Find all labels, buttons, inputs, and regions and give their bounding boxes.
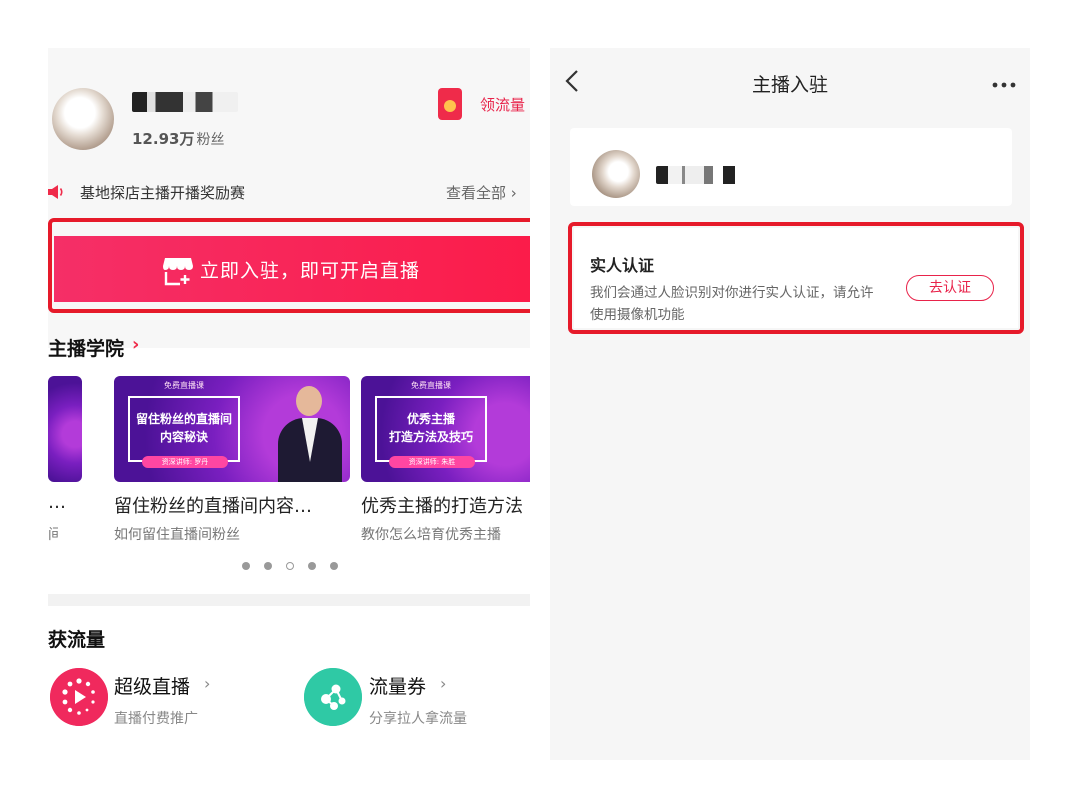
join-button-label: 立即入驻，即可开启直播 (200, 260, 421, 282)
course-title-partial[interactable]: … (48, 492, 64, 513)
academy-title[interactable]: 主播学院 (48, 334, 124, 361)
thumbnail-badge: 资深讲师: 朱胜 (389, 456, 475, 468)
join-now-button[interactable]: 立即入驻，即可开启直播 (54, 236, 530, 302)
course-thumbnail[interactable]: 免费直播课 留住粉丝的直播间 内容秘诀 资深讲师: 罗丹 (114, 376, 350, 482)
chevron-right-icon[interactable]: › (440, 674, 446, 693)
carousel-dot[interactable] (330, 562, 338, 570)
fans-count: 12.93万 粉丝 (132, 130, 225, 148)
announcement-bar[interactable]: 基地探店主播开播奖励赛 查看全部 › (48, 180, 530, 204)
avatar (592, 150, 640, 198)
carousel-dot[interactable] (242, 562, 250, 570)
avatar[interactable] (52, 88, 114, 150)
thumbnail-text: 优秀主播 打造方法及技巧 (388, 412, 473, 444)
username-redacted (132, 92, 238, 112)
super-live-label[interactable]: 超级直播 (114, 672, 190, 699)
announcement-text: 基地探店主播开播奖励赛 (80, 184, 246, 202)
traffic-coupon-subtitle: 分享拉人拿流量 (369, 711, 467, 727)
course-subtitle-partial: 间 (48, 527, 58, 543)
verify-title: 实人认证 (590, 256, 655, 275)
academy-chevron-icon[interactable]: › (132, 334, 139, 355)
page-title: 主播入驻 (751, 74, 828, 96)
course-title[interactable]: 留住粉丝的直播间内容… (114, 492, 344, 518)
get-traffic-link[interactable]: 领流量 (480, 94, 525, 115)
super-live-subtitle: 直播付费推广 (114, 711, 198, 727)
thumbnail-tag: 免费直播课 (164, 381, 204, 390)
lecturer-image (278, 380, 342, 482)
carousel-dot[interactable] (264, 562, 272, 570)
thumbnail-text: 留住粉丝的直播间 内容秘诀 (135, 412, 232, 444)
traffic-section-title: 获流量 (48, 629, 106, 651)
carousel-dot[interactable] (286, 562, 294, 570)
course-subtitle: 教你怎么培育优秀主播 (361, 527, 501, 543)
course-title[interactable]: 优秀主播的打造方法 (361, 492, 530, 518)
thumbnail-tag: 免费直播课 (411, 381, 451, 390)
more-icon[interactable] (992, 82, 1016, 88)
real-person-verification-card: 实人认证 我们会通过人脸识别对你进行实人认证，请允许使用摄像机功能 去认证 (574, 228, 1018, 328)
coupon-icon[interactable] (304, 668, 362, 726)
live-boost-icon[interactable] (50, 668, 108, 726)
chevron-right-icon[interactable]: › (204, 674, 210, 693)
speaker-icon (48, 185, 63, 199)
username-redacted (656, 166, 742, 184)
course-subtitle: 如何留住直播间粉丝 (114, 527, 240, 543)
nav-header: 主播入驻 (550, 48, 1030, 116)
go-verify-button[interactable]: 去认证 (906, 275, 994, 301)
course-thumbnail[interactable]: 免费直播课 优秀主播 打造方法及技巧 资深讲师: 朱胜 (361, 376, 530, 482)
see-all-link[interactable]: 查看全部 › (446, 182, 517, 203)
course-thumbnail-partial[interactable] (48, 376, 82, 482)
traffic-coupon-label[interactable]: 流量券 (369, 672, 426, 699)
right-screen: 主播入驻 实人认证 我们会通过人脸识别对你进行实人认证，请允许使用摄像机功能 去… (550, 48, 1030, 760)
carousel-dot[interactable] (308, 562, 316, 570)
verify-description: 我们会通过人脸识别对你进行实人认证，请允许使用摄像机功能 (590, 285, 874, 323)
section-divider (48, 594, 530, 606)
store-icon (163, 258, 193, 286)
left-screen: 12.93万 粉丝 领流量 基地探店主播开播奖励赛 查看全部 › 立即入驻，即可开… (48, 48, 530, 790)
red-packet-icon[interactable] (438, 88, 462, 120)
profile-card (570, 128, 1012, 206)
thumbnail-badge: 资深讲师: 罗丹 (142, 456, 228, 468)
